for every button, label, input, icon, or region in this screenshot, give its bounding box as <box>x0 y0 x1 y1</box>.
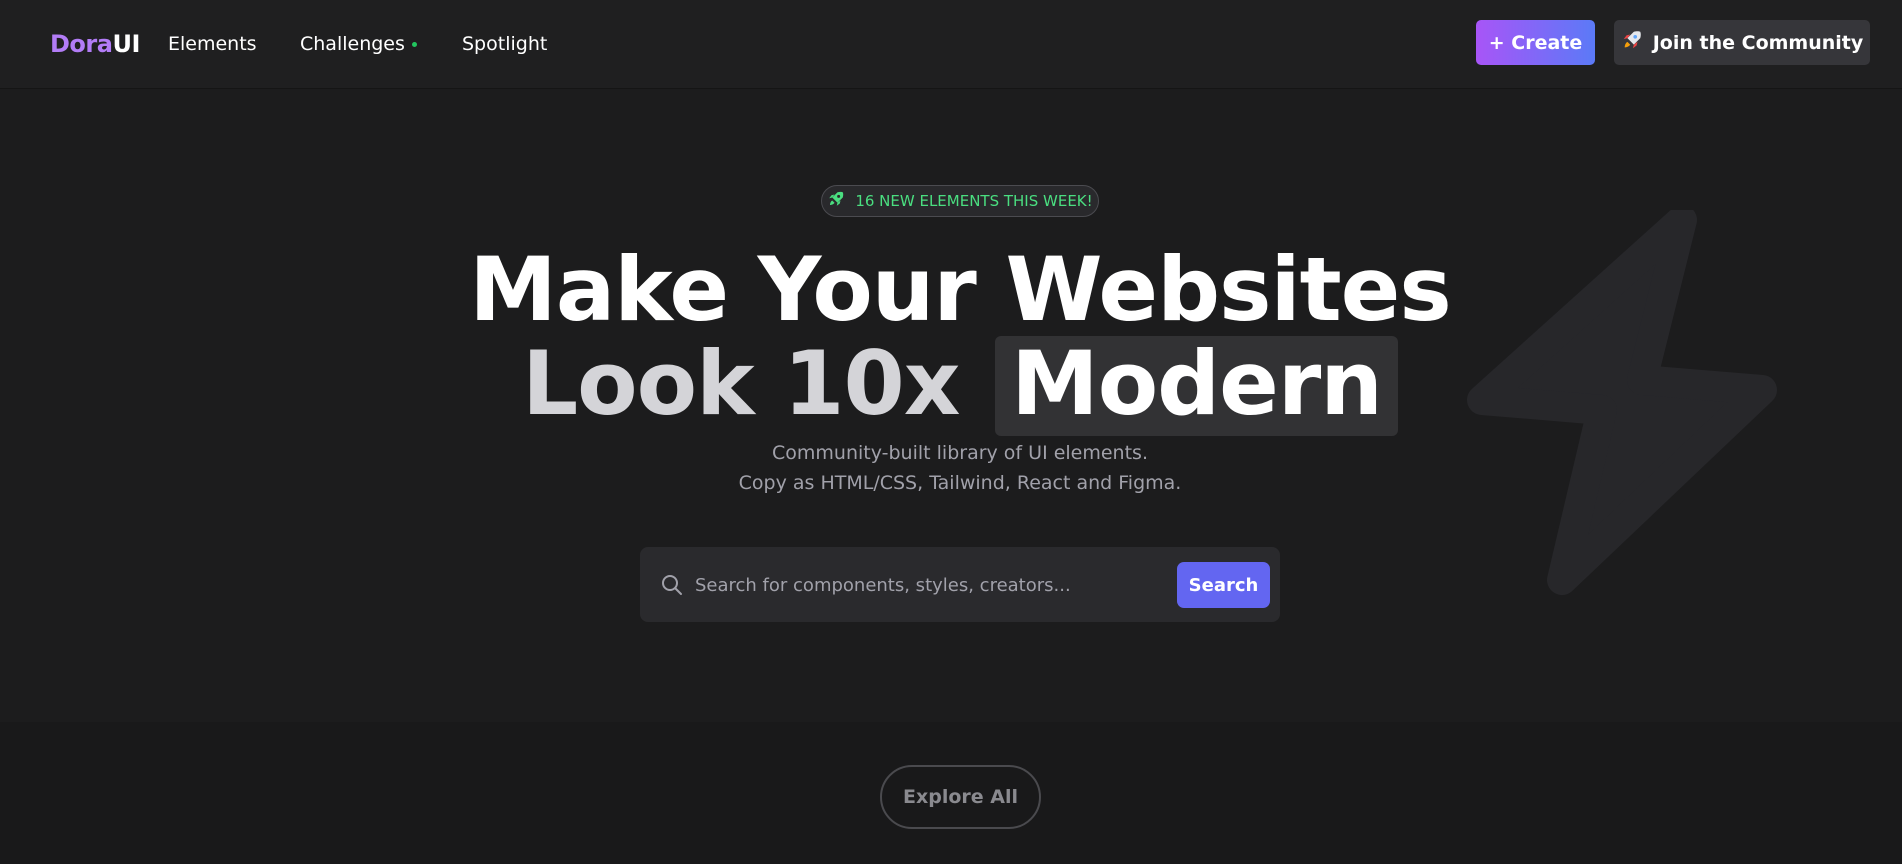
nav-link-challenges-label: Challenges <box>300 33 405 55</box>
hero-title-line2: Look 10x Modern <box>0 336 1902 436</box>
hero-subtitle-line1: Community-built library of UI elements. <box>772 442 1148 464</box>
hero-subtitle-line2: Copy as HTML/CSS, Tailwind, React and Fi… <box>738 472 1182 494</box>
hero-title-prefix: Look 10x <box>522 332 960 435</box>
nav-link-spotlight[interactable]: Spotlight <box>462 33 547 55</box>
join-community-button[interactable]: Join the Community <box>1614 20 1870 65</box>
new-elements-badge-label: 16 NEW ELEMENTS THIS WEEK! <box>855 192 1093 210</box>
explore-all-button[interactable]: Explore All <box>880 765 1041 829</box>
nav-link-elements[interactable]: Elements <box>168 33 257 55</box>
search-button[interactable]: Search <box>1177 562 1270 608</box>
logo-ui: UI <box>112 30 140 58</box>
top-navbar: DoraUI Elements Challenges Spotlight + C… <box>0 0 1902 88</box>
rocket-icon <box>827 190 845 212</box>
rocket-icon <box>1621 29 1643 56</box>
search-icon <box>660 573 684 601</box>
new-elements-badge[interactable]: 16 NEW ELEMENTS THIS WEEK! <box>821 185 1099 217</box>
logo[interactable]: DoraUI <box>50 30 140 58</box>
logo-dora: Dora <box>50 30 113 58</box>
search-bar: Search <box>640 547 1280 622</box>
create-button[interactable]: + Create <box>1476 20 1595 65</box>
new-indicator-dot <box>411 42 417 47</box>
nav-link-challenges[interactable]: Challenges <box>300 33 417 55</box>
hero-title-highlight: Modern <box>995 336 1398 436</box>
join-community-label: Join the Community <box>1652 31 1864 54</box>
hero-title-line1: Make Your Websites <box>469 238 1452 341</box>
search-input[interactable] <box>695 565 1165 605</box>
